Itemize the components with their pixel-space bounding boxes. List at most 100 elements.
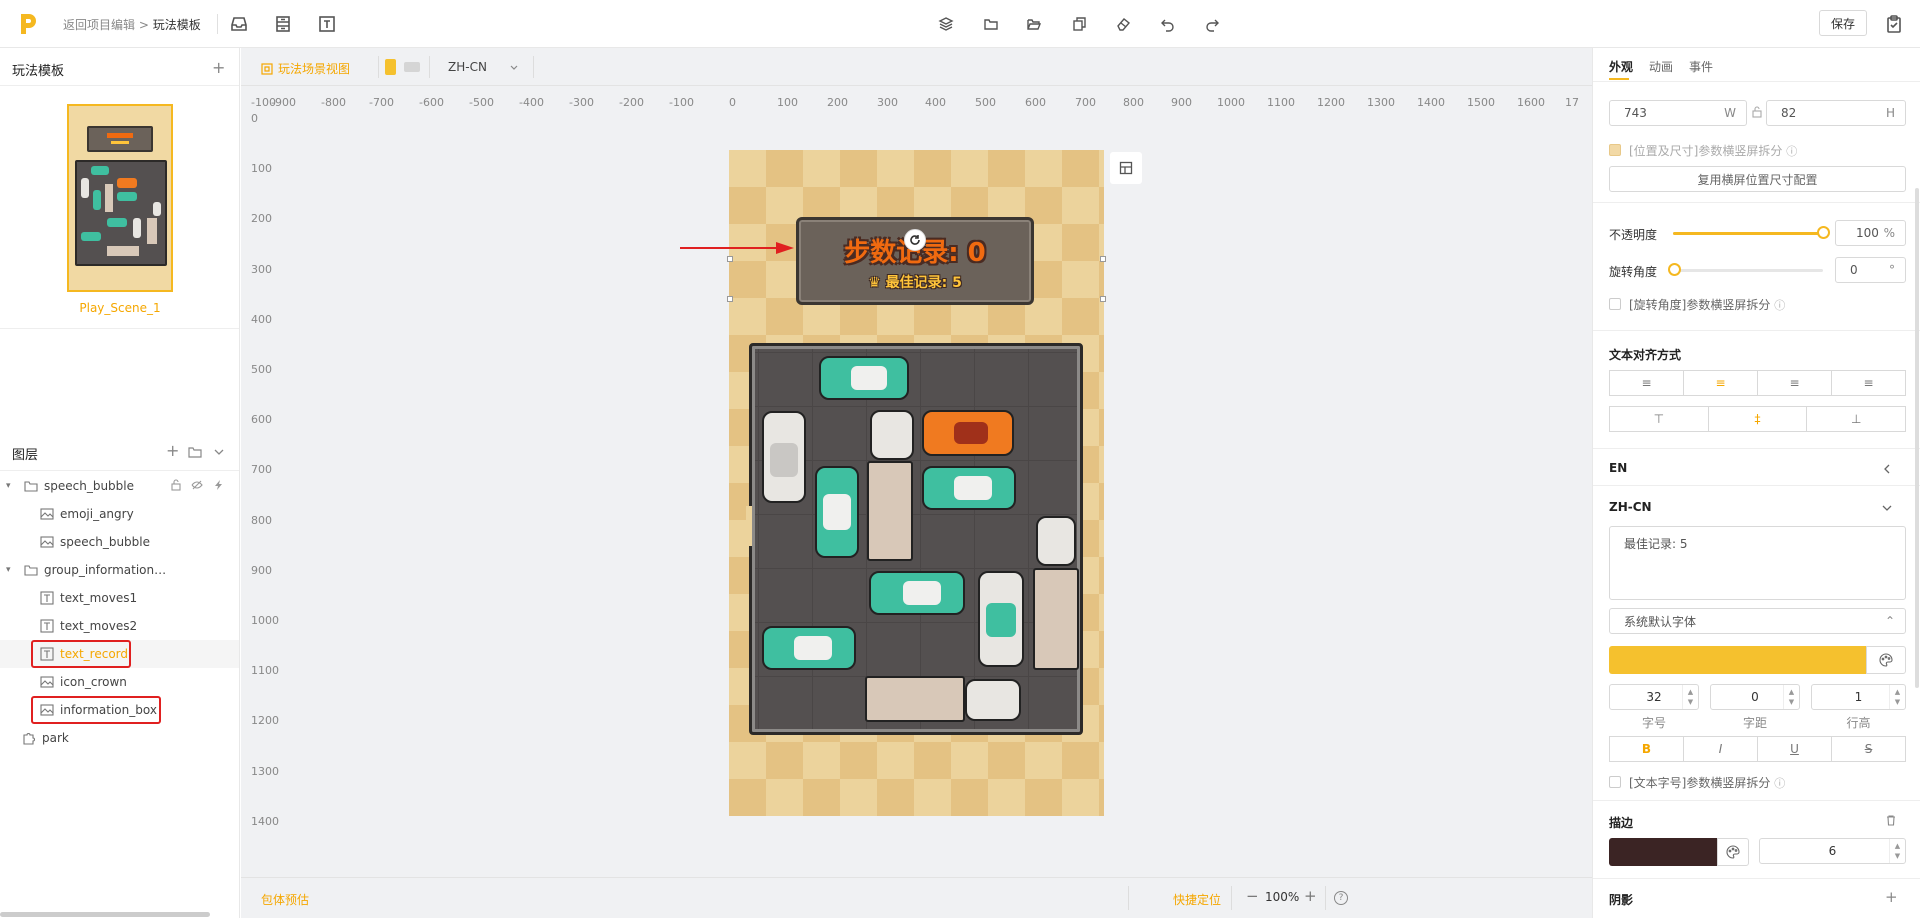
breadcrumb-back-link[interactable]: 返回项目编辑 <box>63 18 135 32</box>
zoom-in-button[interactable]: + <box>1304 887 1317 905</box>
scene-name-label[interactable]: Play_Scene_1 <box>66 301 174 315</box>
font-family-select[interactable]: 系统默认字体 ⌃ <box>1609 608 1906 634</box>
vertical-scrollbar[interactable] <box>1915 188 1919 688</box>
trash-icon[interactable] <box>1885 814 1897 826</box>
bold-button[interactable]: B <box>1610 737 1684 761</box>
horizontal-scrollbar[interactable] <box>0 912 210 917</box>
text-record-row[interactable]: ♛ 最佳记录: 5 <box>799 272 1031 292</box>
text-color-swatch[interactable] <box>1609 646 1866 674</box>
caret-down-icon[interactable]: ▾ <box>6 481 18 491</box>
selection-handle[interactable] <box>727 256 733 262</box>
caret-down-icon[interactable]: ▾ <box>6 565 18 575</box>
width-input[interactable]: 743 W <box>1609 100 1747 126</box>
layers-icon[interactable] <box>938 16 954 32</box>
layer-row[interactable]: icon_crown <box>0 668 239 696</box>
opacity-slider-thumb[interactable] <box>1817 226 1830 239</box>
zoom-out-button[interactable]: − <box>1246 887 1259 905</box>
layout-grid-icon[interactable] <box>1110 152 1142 184</box>
stepper-arrows[interactable]: ▲ ▼ <box>1889 839 1905 863</box>
tab-events[interactable]: 事件 <box>1689 58 1713 75</box>
car-teal[interactable] <box>815 466 859 558</box>
selection-handle[interactable] <box>1100 256 1106 262</box>
stroke-width-stepper[interactable]: 6 ▲ ▼ <box>1759 838 1906 864</box>
text-tool-icon[interactable] <box>317 14 337 34</box>
add-template-button[interactable]: + <box>212 60 225 76</box>
scene-view-tab[interactable]: 玩法场景视图 <box>261 60 350 77</box>
lightning-icon[interactable] <box>213 479 225 491</box>
add-layer-button[interactable]: + <box>166 443 179 459</box>
text-content-textarea[interactable]: 最佳记录: 5 <box>1609 526 1906 600</box>
layer-row[interactable]: ▾ speech_bubble <box>0 472 239 500</box>
rotate-slider-thumb[interactable] <box>1668 263 1681 276</box>
eraser-icon[interactable] <box>1115 16 1131 32</box>
line-height-stepper[interactable]: 1 ▲ ▼ <box>1811 684 1906 710</box>
align-justify-icon[interactable]: ≡ <box>1832 371 1905 395</box>
text-record[interactable]: 最佳记录: 5 <box>886 275 962 291</box>
clipboard-check-icon[interactable] <box>1884 14 1904 34</box>
underline-button[interactable]: U <box>1758 737 1832 761</box>
layer-row[interactable]: emoji_angry <box>0 500 239 528</box>
font-size-stepper[interactable]: 32 ▲ ▼ <box>1609 684 1699 710</box>
align-left-icon[interactable]: ≡ <box>1610 371 1684 395</box>
selection-handle[interactable] <box>727 296 733 302</box>
stroke-color-swatch[interactable] <box>1609 838 1717 866</box>
aspect-lock-icon[interactable] <box>1751 106 1763 118</box>
letter-spacing-stepper[interactable]: 0 ▲ ▼ <box>1710 684 1800 710</box>
palette-icon[interactable] <box>1717 838 1749 866</box>
align-bottom-icon[interactable]: ⊥ <box>1807 407 1905 431</box>
rotate-split-checkbox[interactable] <box>1609 298 1621 310</box>
car-orange[interactable] <box>922 410 1014 456</box>
folder-open-icon[interactable] <box>1026 16 1042 32</box>
inbox-icon[interactable] <box>229 14 249 34</box>
truck[interactable] <box>1033 568 1079 670</box>
car-white[interactable] <box>762 411 806 503</box>
selection-handle[interactable] <box>1100 296 1106 302</box>
orientation-landscape-toggle[interactable] <box>404 62 420 72</box>
truck[interactable] <box>867 461 913 561</box>
tab-animation[interactable]: 动画 <box>1649 58 1673 75</box>
visibility-icon[interactable] <box>191 479 203 491</box>
car-teal[interactable] <box>922 466 1016 510</box>
opacity-input[interactable]: 100 % <box>1835 220 1906 246</box>
add-shadow-button[interactable]: + <box>1885 888 1898 906</box>
car-white[interactable] <box>870 410 914 460</box>
redo-icon[interactable] <box>1204 16 1220 32</box>
stepper-arrows[interactable]: ▲ ▼ <box>1889 685 1905 709</box>
align-top-icon[interactable]: ⊤ <box>1610 407 1709 431</box>
chevron-down-icon[interactable] <box>509 62 519 72</box>
help-icon[interactable]: ? <box>1334 891 1348 905</box>
car-teal[interactable] <box>819 356 909 400</box>
stepper-arrows[interactable]: ▲ ▼ <box>1682 685 1698 709</box>
reuse-landscape-button[interactable]: 复用横屏位置尺寸配置 <box>1609 166 1906 192</box>
truck[interactable] <box>865 676 965 722</box>
font-split-checkbox[interactable] <box>1609 776 1621 788</box>
car-white[interactable] <box>1036 516 1076 566</box>
save-button[interactable]: 保存 <box>1819 10 1867 36</box>
orientation-portrait-toggle[interactable] <box>385 59 396 75</box>
palette-icon[interactable] <box>1866 646 1906 674</box>
car-white[interactable] <box>978 571 1024 667</box>
folder-icon[interactable] <box>983 16 999 32</box>
car-teal[interactable] <box>762 626 856 670</box>
stepper-arrows[interactable]: ▲ ▼ <box>1783 685 1799 709</box>
lang-zh-header[interactable]: ZH-CN <box>1609 500 1652 514</box>
layers-collapse-chevron-icon[interactable] <box>212 445 226 459</box>
position-split-checkbox[interactable] <box>1609 144 1621 156</box>
layer-row[interactable]: speech_bubble <box>0 528 239 556</box>
car-teal[interactable] <box>869 571 965 615</box>
align-right-icon[interactable]: ≡ <box>1758 371 1832 395</box>
scene-thumbnail[interactable] <box>67 104 173 292</box>
tab-appearance[interactable]: 外观 <box>1609 58 1633 75</box>
layer-row[interactable]: text_moves2 <box>0 612 239 640</box>
lock-icon[interactable] <box>170 479 182 491</box>
app-logo-icon[interactable] <box>18 12 38 36</box>
bundle-preview-link[interactable]: 包体预估 <box>261 891 309 908</box>
rotate-slider-track[interactable] <box>1673 269 1823 272</box>
rotate-handle-icon[interactable] <box>904 229 926 251</box>
italic-button[interactable]: I <box>1684 737 1758 761</box>
rotate-input[interactable]: 0 ° <box>1835 257 1906 283</box>
layer-row[interactable]: text_moves1 <box>0 584 239 612</box>
layer-row[interactable]: park <box>0 724 239 752</box>
align-middle-icon[interactable]: ‡ <box>1709 407 1808 431</box>
undo-icon[interactable] <box>1160 16 1176 32</box>
